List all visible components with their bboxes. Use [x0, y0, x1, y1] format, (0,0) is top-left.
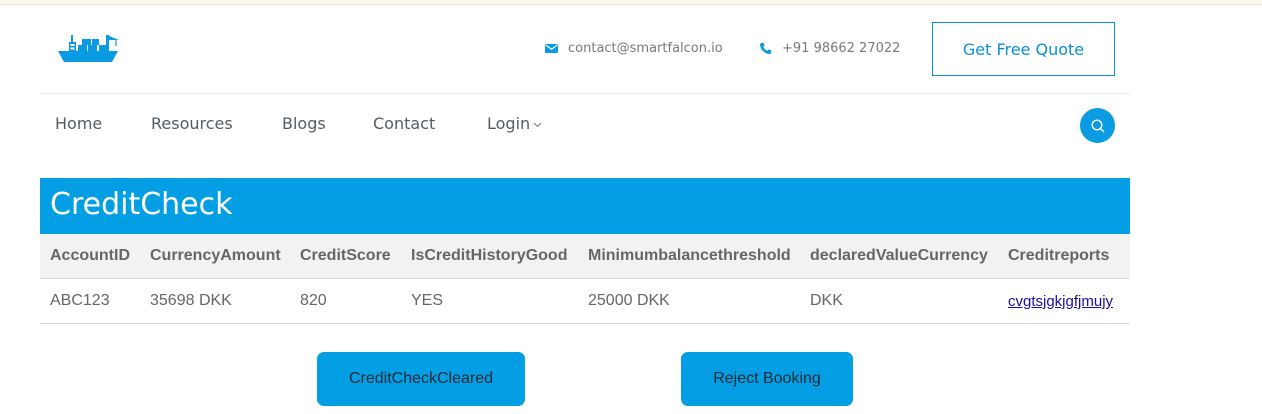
col-header-declaredvaluecurrency: declaredValueCurrency — [810, 247, 988, 264]
nav-item-resources[interactable]: Resources — [151, 114, 233, 133]
creditcheck-table: AccountID CurrencyAmount CreditScore IsC… — [40, 234, 1130, 324]
col-header-creditscore: CreditScore — [300, 247, 391, 264]
contact-email[interactable]: contact@smartfalcon.io — [545, 41, 723, 56]
cell-currencyamount: 35698 DKK — [150, 292, 232, 309]
nav-item-label: Login — [487, 114, 531, 133]
nav-item-login[interactable]: Login — [487, 114, 542, 133]
contact-phone-text: +91 98662 27022 — [782, 41, 901, 56]
col-header-currencyamount: CurrencyAmount — [150, 247, 281, 264]
cell-iscredithistorygood: YES — [411, 292, 444, 309]
nav-item-label: Blogs — [282, 114, 326, 133]
envelope-icon — [545, 44, 558, 53]
creditcheck-header: CreditCheck — [40, 178, 1130, 234]
reject-booking-button[interactable]: Reject Booking — [681, 352, 853, 406]
nav-item-contact[interactable]: Contact — [373, 114, 435, 133]
get-free-quote-button[interactable]: Get Free Quote — [932, 22, 1115, 76]
col-header-iscredithistorygood: IsCreditHistoryGood — [411, 247, 568, 264]
cell-accountid: ABC123 — [50, 292, 110, 309]
cell-minimumbalancethreshold: 25000 DKK — [588, 292, 670, 309]
search-button[interactable] — [1080, 108, 1115, 143]
cell-declaredvaluecurrency: DKK — [810, 292, 843, 309]
col-header-creditreports: Creditreports — [1008, 247, 1110, 264]
nav-item-label: Home — [55, 114, 103, 133]
top-strip — [0, 0, 1262, 5]
credit-check-cleared-button[interactable]: CreditCheckCleared — [317, 352, 525, 406]
col-header-accountid: AccountID — [50, 247, 130, 264]
chevron-down-icon — [533, 122, 542, 128]
col-header-minimumbalancethreshold: Minimumbalancethreshold — [588, 247, 791, 264]
table-header-row: AccountID CurrencyAmount CreditScore IsC… — [40, 234, 1130, 279]
contact-phone[interactable]: +91 98662 27022 — [759, 41, 900, 56]
nav-item-label: Resources — [151, 114, 233, 133]
nav-item-blogs[interactable]: Blogs — [282, 114, 326, 133]
cargo-ship-logo-icon[interactable] — [56, 30, 122, 66]
header-divider — [40, 93, 1130, 94]
contact-email-text: contact@smartfalcon.io — [568, 41, 723, 56]
phone-icon — [760, 43, 771, 54]
table-row: ABC123 35698 DKK 820 YES 25000 DKK DKK c… — [40, 279, 1130, 324]
search-icon — [1090, 118, 1104, 132]
credit-report-link[interactable]: cvgtsjgkjgfjmujy — [1008, 293, 1113, 310]
nav-item-label: Contact — [373, 114, 436, 133]
cell-creditscore: 820 — [300, 292, 327, 309]
page-title: CreditCheck — [50, 187, 233, 222]
nav-item-home[interactable]: Home — [55, 114, 102, 133]
